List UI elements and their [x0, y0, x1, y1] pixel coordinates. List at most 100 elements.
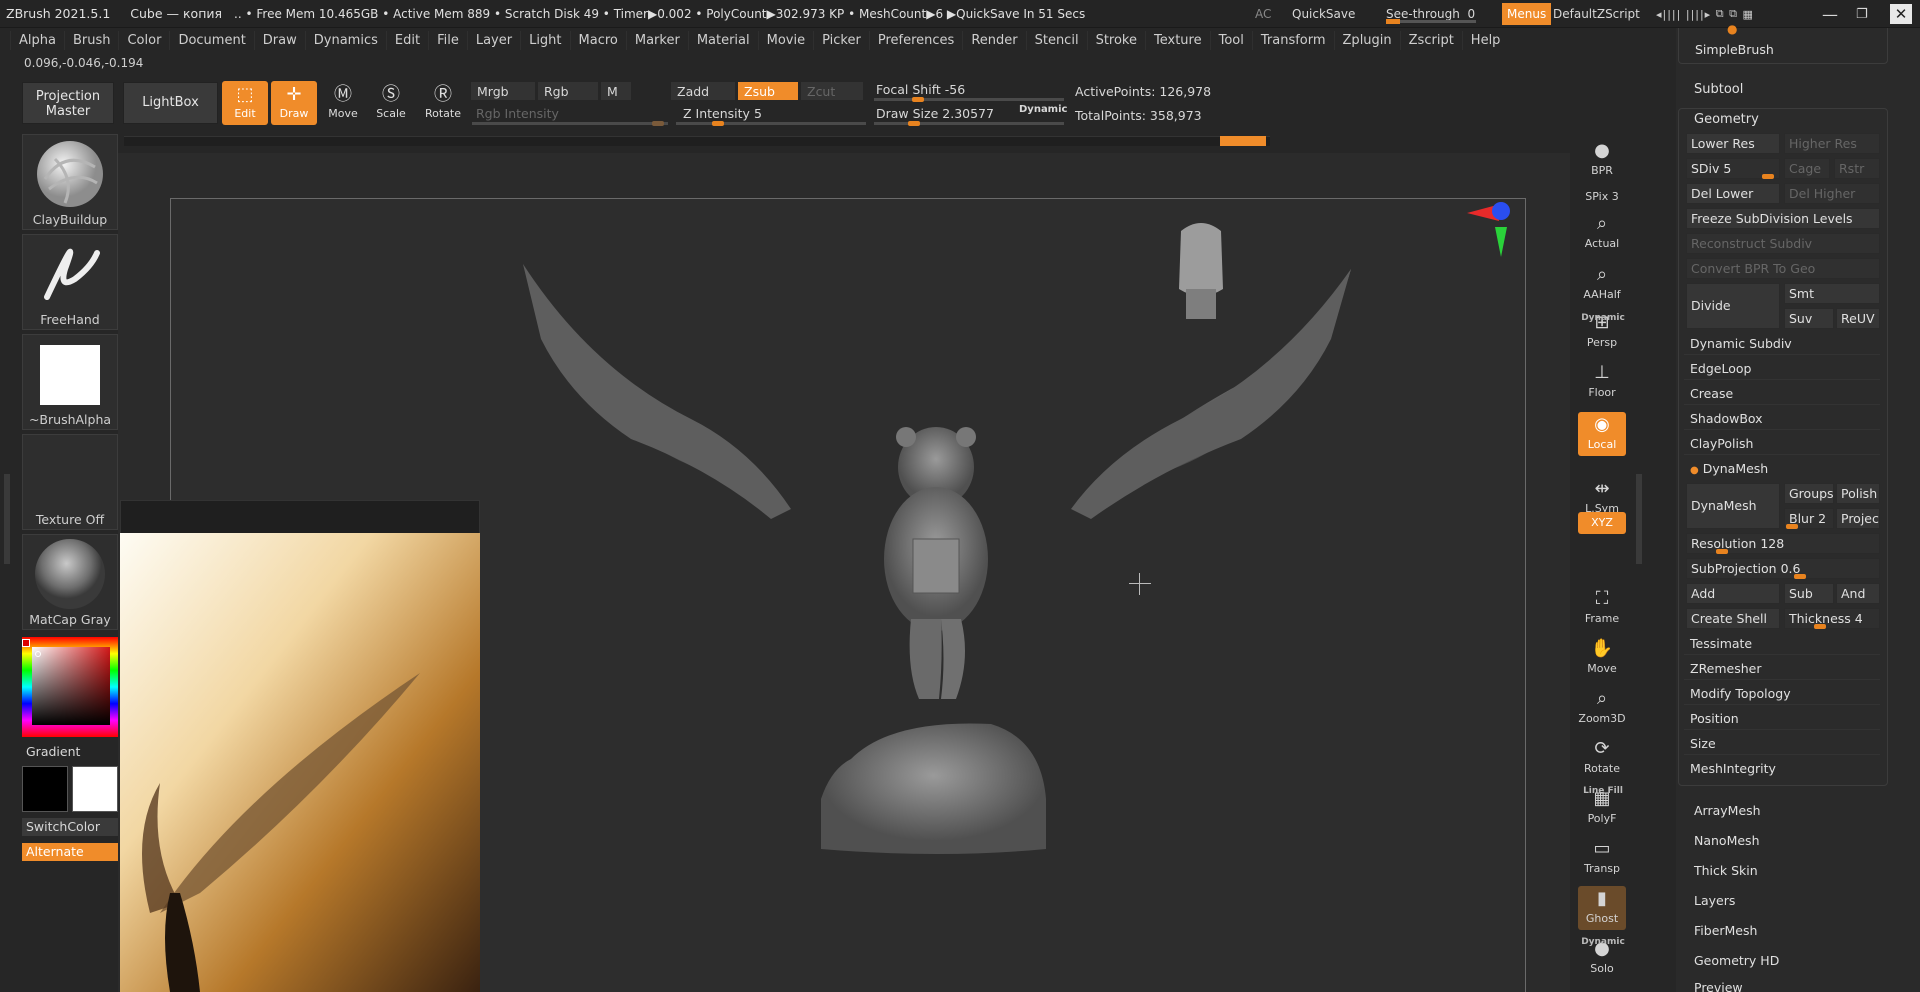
- subtool-header[interactable]: Subtool: [1694, 82, 1743, 97]
- claypolish-section[interactable]: ClayPolish: [1684, 433, 1880, 455]
- menu-dynamics[interactable]: Dynamics: [304, 30, 386, 50]
- arraymesh-section[interactable]: ArrayMesh: [1694, 803, 1761, 818]
- xyz-button[interactable]: XYZ: [1578, 512, 1626, 534]
- ui-width-icon[interactable]: ◂||||: [1656, 8, 1681, 21]
- left-scroll-handle[interactable]: [4, 474, 10, 564]
- cage-button[interactable]: Cage: [1784, 158, 1830, 179]
- rgb-button[interactable]: Rgb: [537, 81, 599, 101]
- crease-section[interactable]: Crease: [1684, 383, 1880, 405]
- m-button[interactable]: M: [600, 81, 632, 101]
- polish-toggle[interactable]: Polish: [1836, 483, 1880, 504]
- dynamic-subdiv-section[interactable]: Dynamic Subdiv: [1684, 333, 1880, 355]
- menu-material[interactable]: Material: [687, 30, 758, 50]
- menu-color[interactable]: Color: [118, 30, 169, 50]
- menu-stencil[interactable]: Stencil: [1025, 30, 1087, 50]
- groups-toggle[interactable]: Groups: [1784, 483, 1834, 504]
- geometry-header[interactable]: Geometry: [1694, 112, 1759, 127]
- tessimate-section[interactable]: Tessimate: [1684, 633, 1880, 655]
- menu-tool[interactable]: Tool: [1209, 30, 1252, 50]
- alternate-button[interactable]: Alternate: [22, 843, 118, 861]
- window-stack-icon[interactable]: ⧉: [1716, 7, 1725, 21]
- gradient-label[interactable]: Gradient: [26, 744, 80, 759]
- edit-button[interactable]: ⬚ Edit: [222, 81, 268, 125]
- add-button[interactable]: Add: [1686, 583, 1780, 604]
- actual-button[interactable]: ⌕ Actual: [1578, 211, 1626, 255]
- freeze-subdivision-button[interactable]: Freeze SubDivision Levels: [1686, 208, 1880, 229]
- move-button[interactable]: Ⓜ Move: [320, 81, 366, 125]
- modify-topology-section[interactable]: Modify Topology: [1684, 683, 1880, 705]
- lightbox-button[interactable]: LightBox: [123, 82, 218, 124]
- thickskin-section[interactable]: Thick Skin: [1694, 863, 1758, 878]
- aahalf-button[interactable]: ⌕ AAHalf: [1578, 262, 1626, 306]
- switch-color-button[interactable]: SwitchColor: [22, 818, 118, 836]
- projection-master-button[interactable]: Projection Master: [22, 82, 114, 124]
- move-button[interactable]: ✋ Move: [1578, 636, 1626, 680]
- simplebrush-slot[interactable]: SimpleBrush ●: [1678, 22, 1888, 64]
- default-zscript-button[interactable]: DefaultZScript: [1553, 0, 1640, 28]
- z-intensity-slider[interactable]: Z Intensity 5: [683, 106, 762, 121]
- rotate-button[interactable]: ⟳ Rotate: [1578, 736, 1626, 780]
- texture-slot[interactable]: Texture Off: [22, 434, 118, 530]
- restore-icon[interactable]: ❐: [1856, 0, 1868, 28]
- right-scroll-handle[interactable]: [1636, 474, 1642, 564]
- ui-width2-icon[interactable]: ||||▸: [1686, 8, 1711, 21]
- geometry-hd-section[interactable]: Geometry HD: [1694, 953, 1779, 968]
- material-slot[interactable]: MatCap Gray: [22, 534, 118, 630]
- menu-brush[interactable]: Brush: [63, 30, 119, 50]
- zsub-button[interactable]: Zsub: [737, 81, 799, 101]
- close-icon[interactable]: ✕: [1890, 4, 1912, 24]
- hue-marker[interactable]: [22, 639, 30, 647]
- axis-gizmo[interactable]: [1457, 199, 1517, 279]
- nanomesh-section[interactable]: NanoMesh: [1694, 833, 1760, 848]
- layers-section[interactable]: Layers: [1694, 893, 1735, 908]
- menu-edit[interactable]: Edit: [385, 30, 428, 50]
- zremesher-section[interactable]: ZRemesher: [1684, 658, 1880, 680]
- menu-document[interactable]: Document: [169, 30, 253, 50]
- primary-color-swatch[interactable]: [22, 766, 68, 812]
- layout-icons[interactable]: ◂|||| ||||▸ ⧉ ⧉ ▦: [1656, 0, 1754, 28]
- lower-res-button[interactable]: Lower Res: [1686, 133, 1780, 154]
- menu-texture[interactable]: Texture: [1145, 30, 1210, 50]
- menu-stroke[interactable]: Stroke: [1086, 30, 1145, 50]
- menu-transform[interactable]: Transform: [1251, 30, 1334, 50]
- menu-movie[interactable]: Movie: [757, 30, 813, 50]
- create-shell-button[interactable]: Create Shell: [1686, 608, 1780, 629]
- suv-toggle[interactable]: Suv: [1784, 308, 1834, 329]
- zcut-button[interactable]: Zcut: [800, 81, 864, 101]
- menu-alpha[interactable]: Alpha: [10, 30, 64, 50]
- color-picker[interactable]: [22, 637, 120, 737]
- mrgb-button[interactable]: Mrgb: [470, 81, 536, 101]
- zoom3d-button[interactable]: ⌕ Zoom3D: [1578, 686, 1626, 730]
- zadd-button[interactable]: Zadd: [670, 81, 736, 101]
- divide-button[interactable]: Divide: [1686, 283, 1780, 329]
- draw-button[interactable]: ✛ Draw: [271, 81, 317, 125]
- floor-button[interactable]: ⊥ Floor: [1578, 360, 1626, 404]
- reference-image-header[interactable]: [120, 500, 480, 534]
- alpha-slot[interactable]: ~BrushAlpha: [22, 334, 118, 430]
- reconstruct-subdiv-button[interactable]: Reconstruct Subdiv: [1686, 233, 1880, 254]
- sub-button[interactable]: Sub: [1784, 583, 1834, 604]
- menu-zplugin[interactable]: Zplugin: [1333, 30, 1400, 50]
- color-marker[interactable]: [35, 651, 41, 657]
- project-toggle[interactable]: Project: [1836, 508, 1880, 529]
- menu-file[interactable]: File: [428, 30, 467, 50]
- del-lower-button[interactable]: Del Lower: [1686, 183, 1780, 204]
- position-section[interactable]: Position: [1684, 708, 1880, 730]
- shadowbox-section[interactable]: ShadowBox: [1684, 408, 1880, 430]
- scale-button[interactable]: Ⓢ Scale: [368, 81, 414, 125]
- reuv-button[interactable]: ReUV: [1836, 308, 1880, 329]
- smt-toggle[interactable]: Smt: [1784, 283, 1880, 304]
- grid-icon[interactable]: ▦: [1742, 8, 1753, 21]
- menu-render[interactable]: Render: [962, 30, 1025, 50]
- convert-bpr-button[interactable]: Convert BPR To Geo: [1686, 258, 1880, 279]
- bpr-button[interactable]: ● BPR: [1578, 138, 1626, 182]
- see-through-slider[interactable]: See-through 0: [1386, 0, 1486, 28]
- menu-light[interactable]: Light: [520, 30, 569, 50]
- meshintegrity-section[interactable]: MeshIntegrity: [1684, 758, 1880, 780]
- size-section[interactable]: Size: [1684, 733, 1880, 755]
- rotate-button[interactable]: Ⓡ Rotate: [420, 81, 466, 125]
- transp-button[interactable]: ▭ Transp: [1578, 836, 1626, 880]
- stroke-slot[interactable]: FreeHand: [22, 234, 118, 330]
- preview-section[interactable]: Preview: [1694, 980, 1743, 992]
- dynamesh-section[interactable]: ● DynaMesh: [1684, 458, 1880, 480]
